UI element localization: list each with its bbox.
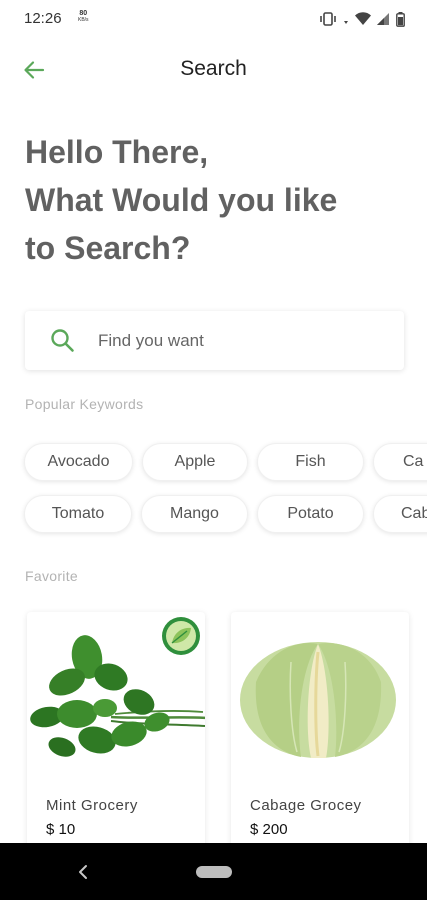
nav-home-pill[interactable]	[196, 866, 232, 878]
keyword-row-2: Tomato Mango Potato Cab	[24, 495, 427, 533]
organic-leaf-badge-icon	[162, 617, 200, 655]
keyword-chip-avocado[interactable]: Avocado	[24, 443, 133, 481]
search-input[interactable]	[98, 330, 358, 351]
product-price: $ 10	[46, 821, 76, 838]
favorite-label: Favorite	[25, 568, 78, 584]
signal-icon	[377, 13, 389, 25]
network-speed-unit: KB/s	[78, 17, 89, 23]
system-nav-bar	[0, 843, 427, 900]
product-card-cabbage[interactable]: Cabage Grocey $ 200	[231, 612, 409, 862]
search-screen: 12:26 80 KB/s Search Hello There, What W…	[0, 0, 427, 900]
greeting-heading: Hello There, What Would you like to Sear…	[25, 128, 405, 272]
greeting-line-2: What Would you like	[25, 182, 338, 218]
keyword-chip-mango[interactable]: Mango	[141, 495, 248, 533]
status-icons	[319, 10, 405, 28]
product-name: Cabage Grocey	[250, 797, 362, 814]
nav-back-icon[interactable]	[74, 861, 92, 883]
search-icon	[51, 329, 74, 352]
keyword-chip-fish[interactable]: Fish	[257, 443, 364, 481]
greeting-line-3: to Search?	[25, 230, 191, 266]
status-time: 12:26	[24, 10, 62, 27]
product-price: $ 200	[250, 821, 288, 838]
product-card-mint[interactable]: Mint Grocery $ 10	[27, 612, 205, 862]
search-box[interactable]	[25, 311, 404, 370]
status-bar: 12:26 80 KB/s	[0, 0, 427, 38]
network-speed: 80 KB/s	[78, 10, 89, 24]
keyword-chip-apple[interactable]: Apple	[142, 443, 248, 481]
cabbage-product-image	[240, 642, 396, 758]
keyword-chip-partial[interactable]: Cab	[373, 495, 427, 533]
keyword-chip-partial[interactable]: Ca	[373, 443, 427, 481]
greeting-line-1: Hello There,	[25, 134, 209, 170]
keyword-chip-tomato[interactable]: Tomato	[24, 495, 132, 533]
page-title: Search	[180, 57, 247, 80]
product-name: Mint Grocery	[46, 797, 138, 814]
network-speed-value: 80	[79, 10, 88, 17]
vibrate-icon	[320, 12, 336, 26]
keyword-row-1: Avocado Apple Fish Ca	[24, 443, 427, 481]
keyword-chip-potato[interactable]: Potato	[257, 495, 364, 533]
battery-icon	[396, 11, 405, 27]
data-transfer-icon	[344, 21, 348, 24]
popular-keywords-label: Popular Keywords	[25, 396, 144, 412]
wifi-icon	[355, 12, 371, 25]
